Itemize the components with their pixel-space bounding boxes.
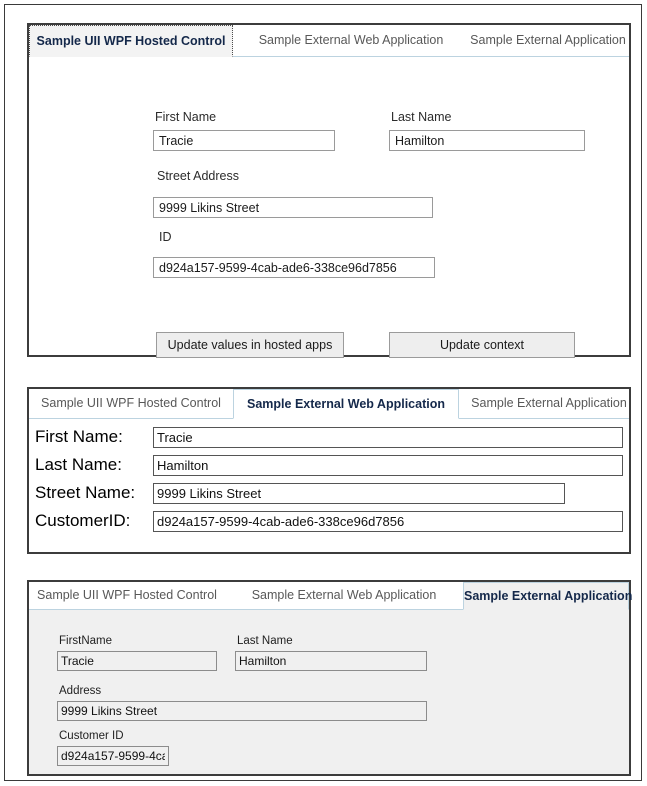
web-tabstrip: Sample UII WPF Hosted Control Sample Ext… bbox=[29, 389, 629, 419]
last-name-label: Last Name bbox=[237, 635, 293, 647]
street-name-input[interactable] bbox=[153, 482, 565, 504]
form-row: First Name: bbox=[29, 423, 629, 451]
first-name-label: First Name: bbox=[35, 427, 123, 446]
form-row: Last Name: bbox=[29, 451, 629, 479]
tab-sample-uii-wpf-hosted-control[interactable]: Sample UII WPF Hosted Control bbox=[29, 582, 225, 610]
tab-sample-external-web-application[interactable]: Sample External Web Application bbox=[233, 582, 455, 610]
wpf-form: First Name Last Name Street Address ID U… bbox=[29, 57, 629, 358]
last-name-input[interactable] bbox=[235, 651, 427, 671]
tab-label: Sample External Application bbox=[470, 33, 626, 47]
customer-id-input[interactable] bbox=[153, 510, 623, 532]
tab-sample-uii-wpf-hosted-control[interactable]: Sample UII WPF Hosted Control bbox=[29, 389, 233, 419]
customer-id-label: CustomerID: bbox=[35, 511, 131, 530]
last-name-input[interactable] bbox=[389, 130, 585, 151]
page-frame: Sample UII WPF Hosted Control Sample Ext… bbox=[4, 4, 642, 781]
tab-label: Sample UII WPF Hosted Control bbox=[41, 396, 221, 410]
last-name-label: Last Name bbox=[391, 110, 452, 124]
tab-label: Sample External Web Application bbox=[251, 588, 437, 602]
street-address-input[interactable] bbox=[153, 197, 433, 218]
tab-label: Sample UII WPF Hosted Control bbox=[36, 34, 226, 48]
tab-sample-external-web-application[interactable]: Sample External Web Application bbox=[233, 389, 459, 419]
ext-form: FirstName Last Name Address Customer ID bbox=[29, 610, 629, 774]
external-application-panel: Sample UII WPF Hosted Control Sample Ext… bbox=[27, 580, 633, 776]
web-form: First Name: Last Name: Street Name: Cust… bbox=[29, 419, 629, 552]
form-row: CustomerID: bbox=[29, 507, 629, 535]
first-name-input[interactable] bbox=[57, 651, 217, 671]
tab-sample-external-application[interactable]: Sample External Application bbox=[467, 25, 629, 57]
tab-label: Sample UII WPF Hosted Control bbox=[37, 588, 217, 602]
ext-tabstrip: Sample UII WPF Hosted Control Sample Ext… bbox=[29, 582, 633, 610]
first-name-input[interactable] bbox=[153, 130, 335, 151]
tab-sample-external-web-application[interactable]: Sample External Web Application bbox=[251, 25, 451, 57]
customer-id-input[interactable] bbox=[57, 746, 169, 766]
first-name-label: FirstName bbox=[59, 635, 113, 647]
first-name-label: First Name bbox=[155, 110, 217, 124]
wpf-tabstrip: Sample UII WPF Hosted Control Sample Ext… bbox=[29, 25, 629, 57]
first-name-input[interactable] bbox=[153, 426, 623, 448]
address-label: Address bbox=[59, 685, 102, 697]
tab-label: Sample External Web Application bbox=[247, 397, 445, 411]
street-name-label: Street Name: bbox=[35, 483, 136, 502]
tab-sample-external-application[interactable]: Sample External Application bbox=[463, 582, 633, 610]
last-name-label: Last Name: bbox=[35, 455, 122, 474]
tab-sample-external-application[interactable]: Sample External Application bbox=[469, 389, 629, 419]
address-input[interactable] bbox=[57, 701, 427, 721]
wpf-hosted-control-panel: Sample UII WPF Hosted Control Sample Ext… bbox=[27, 23, 631, 358]
tab-sample-uii-wpf-hosted-control[interactable]: Sample UII WPF Hosted Control bbox=[29, 25, 233, 57]
id-input[interactable] bbox=[153, 257, 435, 278]
form-row: Street Name: bbox=[29, 479, 629, 507]
customer-id-label: Customer ID bbox=[59, 730, 124, 742]
update-context-button[interactable]: Update context bbox=[389, 332, 575, 358]
external-web-application-panel: Sample UII WPF Hosted Control Sample Ext… bbox=[27, 387, 631, 554]
street-address-label: Street Address bbox=[157, 169, 239, 183]
tab-label: Sample External Web Application bbox=[258, 33, 444, 47]
tab-label: Sample External Application bbox=[464, 589, 633, 603]
last-name-input[interactable] bbox=[153, 454, 623, 476]
id-label: ID bbox=[159, 230, 172, 244]
update-values-in-hosted-apps-button[interactable]: Update values in hosted apps bbox=[156, 332, 344, 358]
tab-label: Sample External Application bbox=[471, 396, 627, 410]
